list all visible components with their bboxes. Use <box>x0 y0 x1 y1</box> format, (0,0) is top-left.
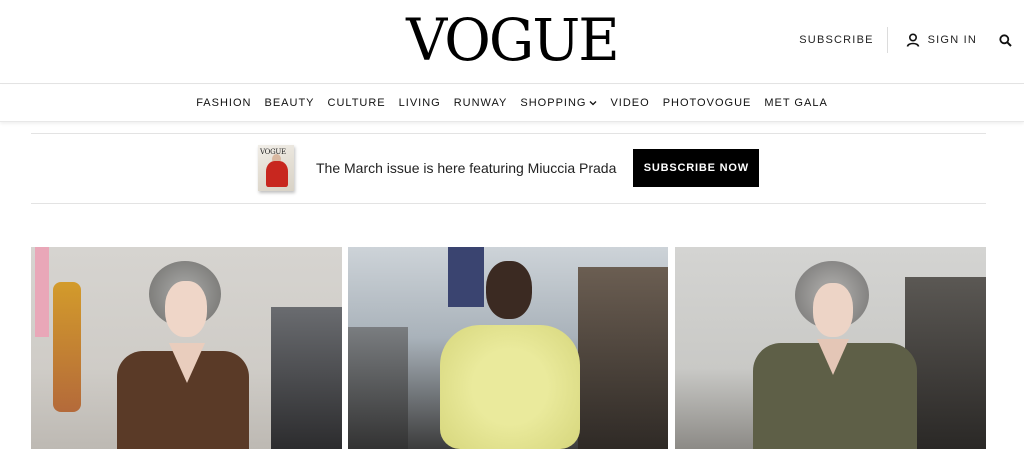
runway-photo-3[interactable] <box>675 247 986 449</box>
nav-item-photovogue[interactable]: PHOTOVOGUE <box>663 97 752 109</box>
model-head <box>486 261 532 319</box>
cover-figure-dress <box>266 161 288 187</box>
model-knit-top <box>440 325 580 449</box>
subscribe-now-button[interactable]: SUBSCRIBE NOW <box>633 149 760 187</box>
user-icon <box>906 33 919 47</box>
promo-text: The March issue is here featuring Miucci… <box>316 160 617 176</box>
subscription-promo: VOGUE The March issue is here featuring … <box>258 145 760 191</box>
promo-divider-top <box>31 133 986 134</box>
search-icon <box>999 33 1012 47</box>
sign-in-button[interactable]: SIGN IN <box>906 33 977 47</box>
bg-audience <box>905 277 986 449</box>
subscribe-link[interactable]: SUBSCRIBE <box>799 34 886 46</box>
nav-item-met-gala[interactable]: MET GALA <box>764 97 827 109</box>
sign-in-label: SIGN IN <box>927 34 977 46</box>
nav-item-fashion[interactable]: FASHION <box>196 97 251 109</box>
nav-item-video[interactable]: VIDEO <box>610 97 649 109</box>
runway-photo-2[interactable] <box>348 247 668 449</box>
nav-item-runway[interactable]: RUNWAY <box>454 97 508 109</box>
bg-figure-blue <box>448 247 484 307</box>
bg-figure-pink <box>35 247 49 337</box>
site-header: VOGUE SUBSCRIBE SIGN IN <box>0 0 1024 84</box>
bg-fringe <box>53 282 81 412</box>
nav-item-shopping[interactable]: SHOPPING <box>520 97 597 109</box>
model-face <box>813 283 853 337</box>
promo-divider-bottom <box>31 203 986 204</box>
bg-audience <box>578 267 668 449</box>
runway-photo-1[interactable] <box>31 247 342 449</box>
nav-item-beauty[interactable]: BEAUTY <box>264 97 314 109</box>
bg-audience <box>271 307 342 449</box>
model-face <box>165 281 207 337</box>
header-actions: SUBSCRIBE SIGN IN <box>799 27 1012 53</box>
magazine-cover-image[interactable]: VOGUE <box>258 145 294 191</box>
main-navigation: FASHION BEAUTY CULTURE LIVING RUNWAY SHO… <box>0 85 1024 122</box>
nav-item-shopping-label: SHOPPING <box>520 97 587 109</box>
search-button[interactable] <box>999 33 1012 47</box>
nav-item-living[interactable]: LIVING <box>399 97 441 109</box>
bg-audience-left <box>348 327 408 449</box>
header-divider <box>886 27 888 53</box>
chevron-down-icon <box>590 101 597 106</box>
nav-item-culture[interactable]: CULTURE <box>328 97 386 109</box>
